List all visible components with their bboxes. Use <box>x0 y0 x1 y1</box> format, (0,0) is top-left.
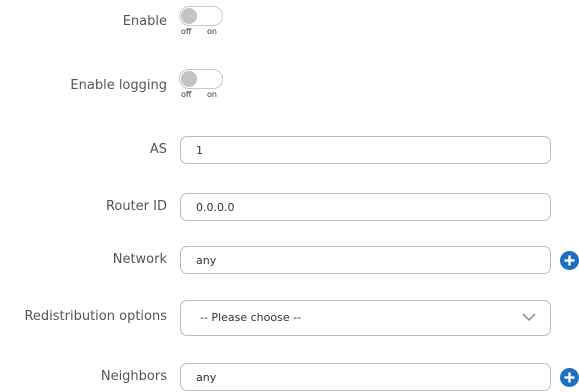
network-input[interactable] <box>180 246 551 274</box>
add-neighbor-button[interactable] <box>560 368 579 387</box>
chevron-down-icon <box>522 313 536 321</box>
toggle-caption: off on <box>179 27 227 37</box>
bgp-settings-form: Enable off on Enable logging off on AS 1… <box>0 0 579 392</box>
add-network-button[interactable] <box>560 251 579 270</box>
router-id-input[interactable] <box>180 193 551 221</box>
toggle-off-label: off <box>181 27 192 36</box>
as-label: AS <box>149 142 167 157</box>
neighbors-label: Neighbors <box>100 369 167 384</box>
enable-toggle[interactable] <box>179 6 223 26</box>
plus-icon <box>564 372 575 383</box>
redistribution-label: Redistribution options <box>24 309 167 324</box>
redistribution-selected-value: -- Please choose -- <box>200 311 302 324</box>
redistribution-select[interactable]: -- Please choose -- <box>180 300 551 336</box>
router-id-label: Router ID <box>105 199 167 214</box>
plus-icon <box>564 255 575 266</box>
enable-label: Enable <box>122 14 167 29</box>
network-label: Network <box>112 252 167 267</box>
toggle-knob <box>181 8 197 24</box>
toggle-knob <box>181 71 197 87</box>
as-input[interactable] <box>180 136 551 164</box>
toggle-caption: off on <box>179 90 227 100</box>
toggle-on-label: on <box>207 90 217 99</box>
neighbors-input[interactable] <box>180 363 551 391</box>
toggle-off-label: off <box>181 90 192 99</box>
enable-logging-toggle[interactable] <box>179 69 223 89</box>
enable-logging-toggle-group: off on <box>179 69 227 100</box>
toggle-on-label: on <box>207 27 217 36</box>
enable-logging-label: Enable logging <box>70 78 167 93</box>
enable-toggle-group: off on <box>179 6 227 37</box>
